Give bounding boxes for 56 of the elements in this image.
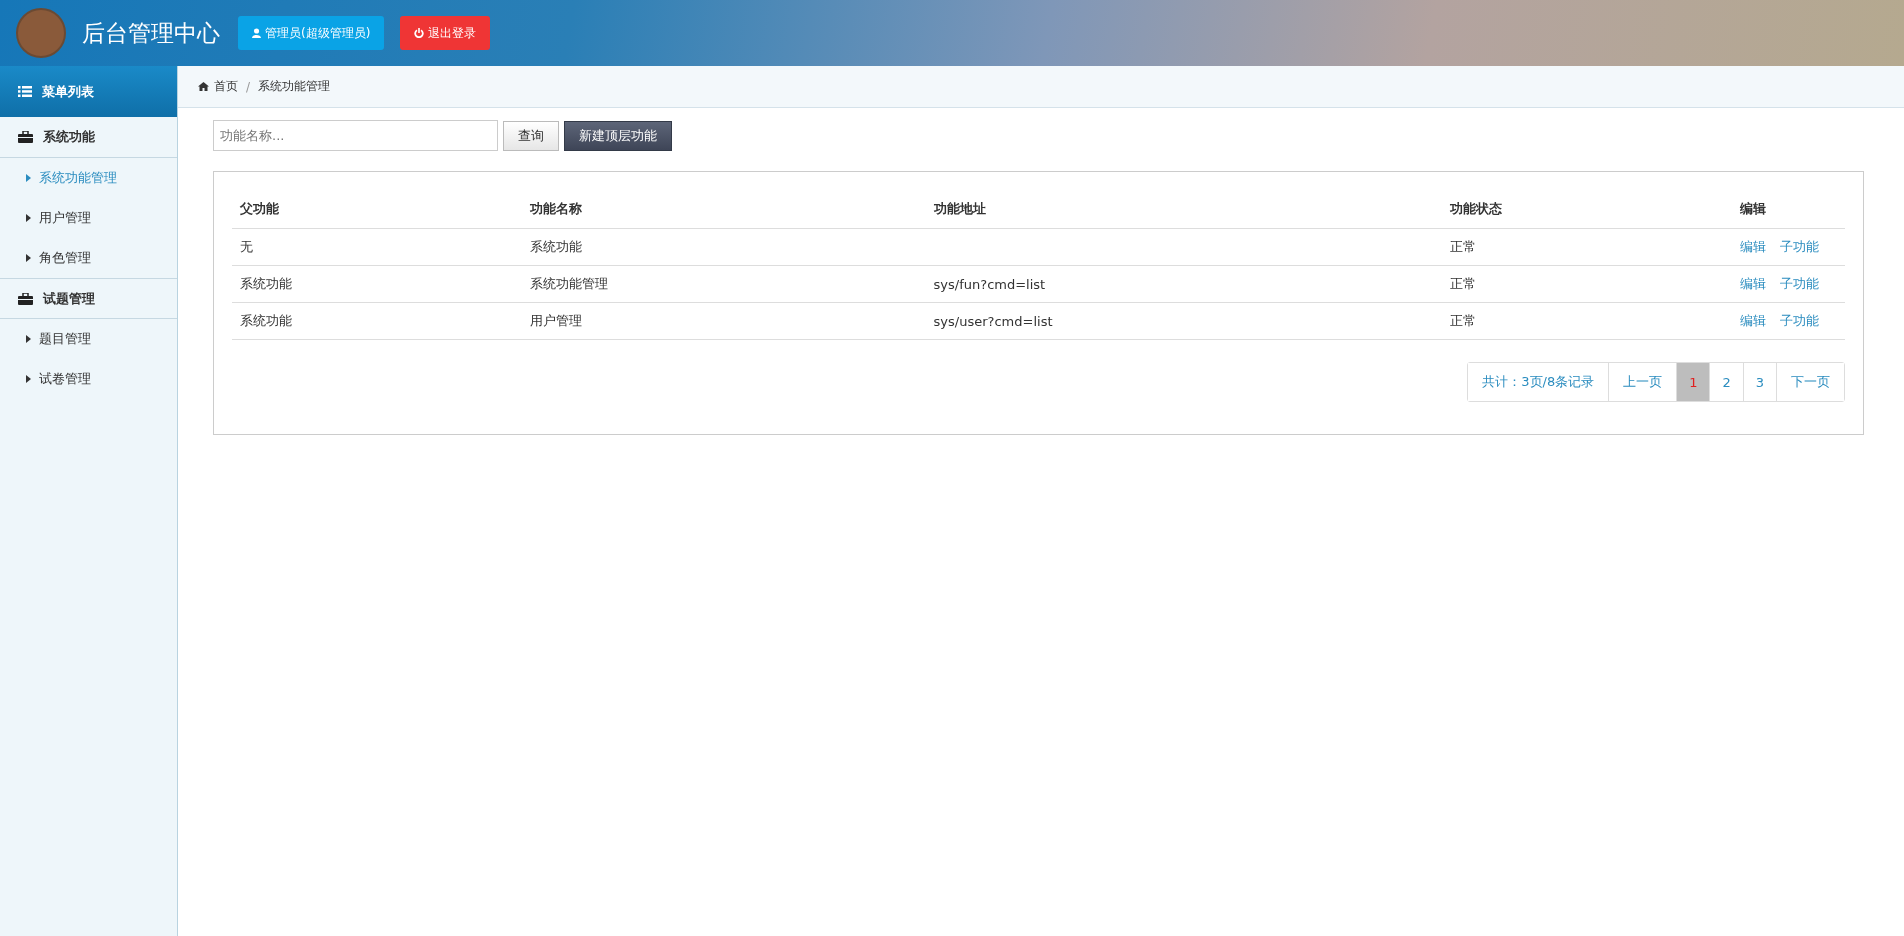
menu-item[interactable]: 角色管理 (0, 238, 177, 278)
caret-icon (26, 254, 31, 262)
caret-icon (26, 335, 31, 343)
new-function-button[interactable]: 新建顶层功能 (564, 120, 672, 151)
breadcrumb-home-label: 首页 (214, 78, 238, 95)
menu-group[interactable]: 系统功能 (0, 117, 177, 158)
table-cell: 系统功能管理 (522, 265, 926, 303)
action-link[interactable]: 子功能 (1780, 238, 1820, 256)
table-cell: 正常 (1441, 228, 1733, 266)
table-cell: 用户管理 (522, 302, 926, 340)
menu-group-label: 系统功能 (43, 128, 95, 146)
menu-group[interactable]: 试题管理 (0, 278, 177, 319)
action-link[interactable]: 编辑 (1740, 275, 1767, 293)
column-header: 功能名称 (522, 190, 926, 229)
action-link[interactable]: 子功能 (1780, 312, 1820, 330)
breadcrumb-home[interactable]: 首页 (198, 78, 238, 95)
table-cell: 正常 (1441, 265, 1733, 303)
action-link[interactable]: 编辑 (1740, 238, 1767, 256)
briefcase-icon (18, 131, 33, 143)
power-icon (414, 28, 425, 38)
caret-icon (26, 375, 31, 383)
query-button[interactable]: 查询 (503, 120, 559, 151)
caret-icon (26, 214, 31, 222)
menu-item[interactable]: 系统功能管理 (0, 158, 177, 198)
menu-group-label: 试题管理 (43, 289, 95, 308)
table-cell: sys/user?cmd=list (925, 302, 1442, 340)
action-link[interactable]: 子功能 (1780, 275, 1820, 293)
site-title: 后台管理中心 (82, 18, 220, 48)
logout-button[interactable]: 退出登录 (400, 16, 491, 50)
table-cell: 系统功能 (522, 228, 926, 266)
column-header: 功能地址 (925, 190, 1442, 229)
menu-item[interactable]: 试卷管理 (0, 359, 177, 399)
caret-icon (26, 174, 31, 182)
table-cell: sys/fun?cmd=list (925, 265, 1442, 303)
search-field[interactable]: 功能名称... (213, 120, 498, 151)
next-page-link[interactable]: 下一页 (1776, 363, 1844, 401)
sidebar-title: 菜单列表 (42, 82, 94, 101)
user-button[interactable]: 管理员(超级管理员) (238, 16, 385, 50)
column-header: 功能状态 (1441, 190, 1733, 229)
user-icon (252, 28, 261, 38)
table-cell: 系统功能 (232, 265, 523, 303)
breadcrumb-current: 系统功能管理 (258, 78, 331, 95)
table-cell: 无 (232, 228, 523, 266)
menu-item[interactable]: 题目管理 (0, 319, 177, 359)
avatar (16, 8, 66, 58)
table-cell: 系统功能 (232, 302, 523, 340)
briefcase-icon (18, 292, 33, 305)
home-icon (198, 82, 209, 91)
breadcrumb-separator: / (246, 79, 251, 94)
action-link[interactable]: 编辑 (1740, 312, 1767, 330)
page-link[interactable]: 1 (1676, 363, 1710, 401)
table-cell: 正常 (1441, 302, 1733, 340)
column-header: 父功能 (232, 190, 523, 229)
menu-item[interactable]: 用户管理 (0, 198, 177, 238)
column-header: 编辑 (1732, 190, 1845, 229)
list-icon (18, 86, 32, 97)
